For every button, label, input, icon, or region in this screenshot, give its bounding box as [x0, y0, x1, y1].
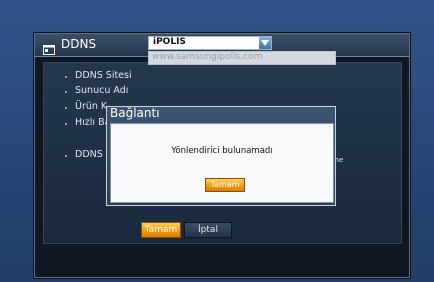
row-label: Sunucu Adı: [75, 85, 129, 96]
dialog-body: Yönlendirici bulunamadı Tamam: [110, 123, 334, 203]
dialog-message: Yönlendirici bulunamadı: [171, 146, 273, 156]
ok-button[interactable]: Tamam: [141, 222, 181, 238]
row-label: Ürün K: [75, 101, 108, 112]
cancel-button[interactable]: İptal: [184, 222, 232, 238]
server-name-value: www.samsungipolls.com: [152, 52, 263, 62]
bullet-icon: [65, 155, 67, 157]
row-server-name: Sunucu Adı: [44, 85, 401, 99]
window-title: DDNS: [61, 37, 97, 51]
bullet-icon: [65, 76, 67, 78]
ddns-site-value: iPOLIS: [153, 37, 186, 47]
dialog-ok-button[interactable]: Tamam: [205, 178, 245, 192]
bullet-icon: [65, 123, 67, 125]
row-label: DDNS Sitesi: [75, 70, 132, 81]
server-name-field[interactable]: www.samsungipolls.com: [148, 51, 336, 65]
ddns-site-select[interactable]: iPOLIS: [148, 36, 272, 50]
row-ddns-site: DDNS Sitesi: [44, 70, 401, 84]
connection-dialog: Bağlantı Yönlendirici bulunamadı Tamam: [106, 106, 336, 206]
bullet-icon: [65, 91, 67, 93]
bullet-icon: [65, 107, 67, 109]
dialog-title: Bağlantı: [110, 106, 160, 120]
chevron-down-icon[interactable]: [259, 37, 271, 49]
window-icon: [43, 40, 55, 55]
